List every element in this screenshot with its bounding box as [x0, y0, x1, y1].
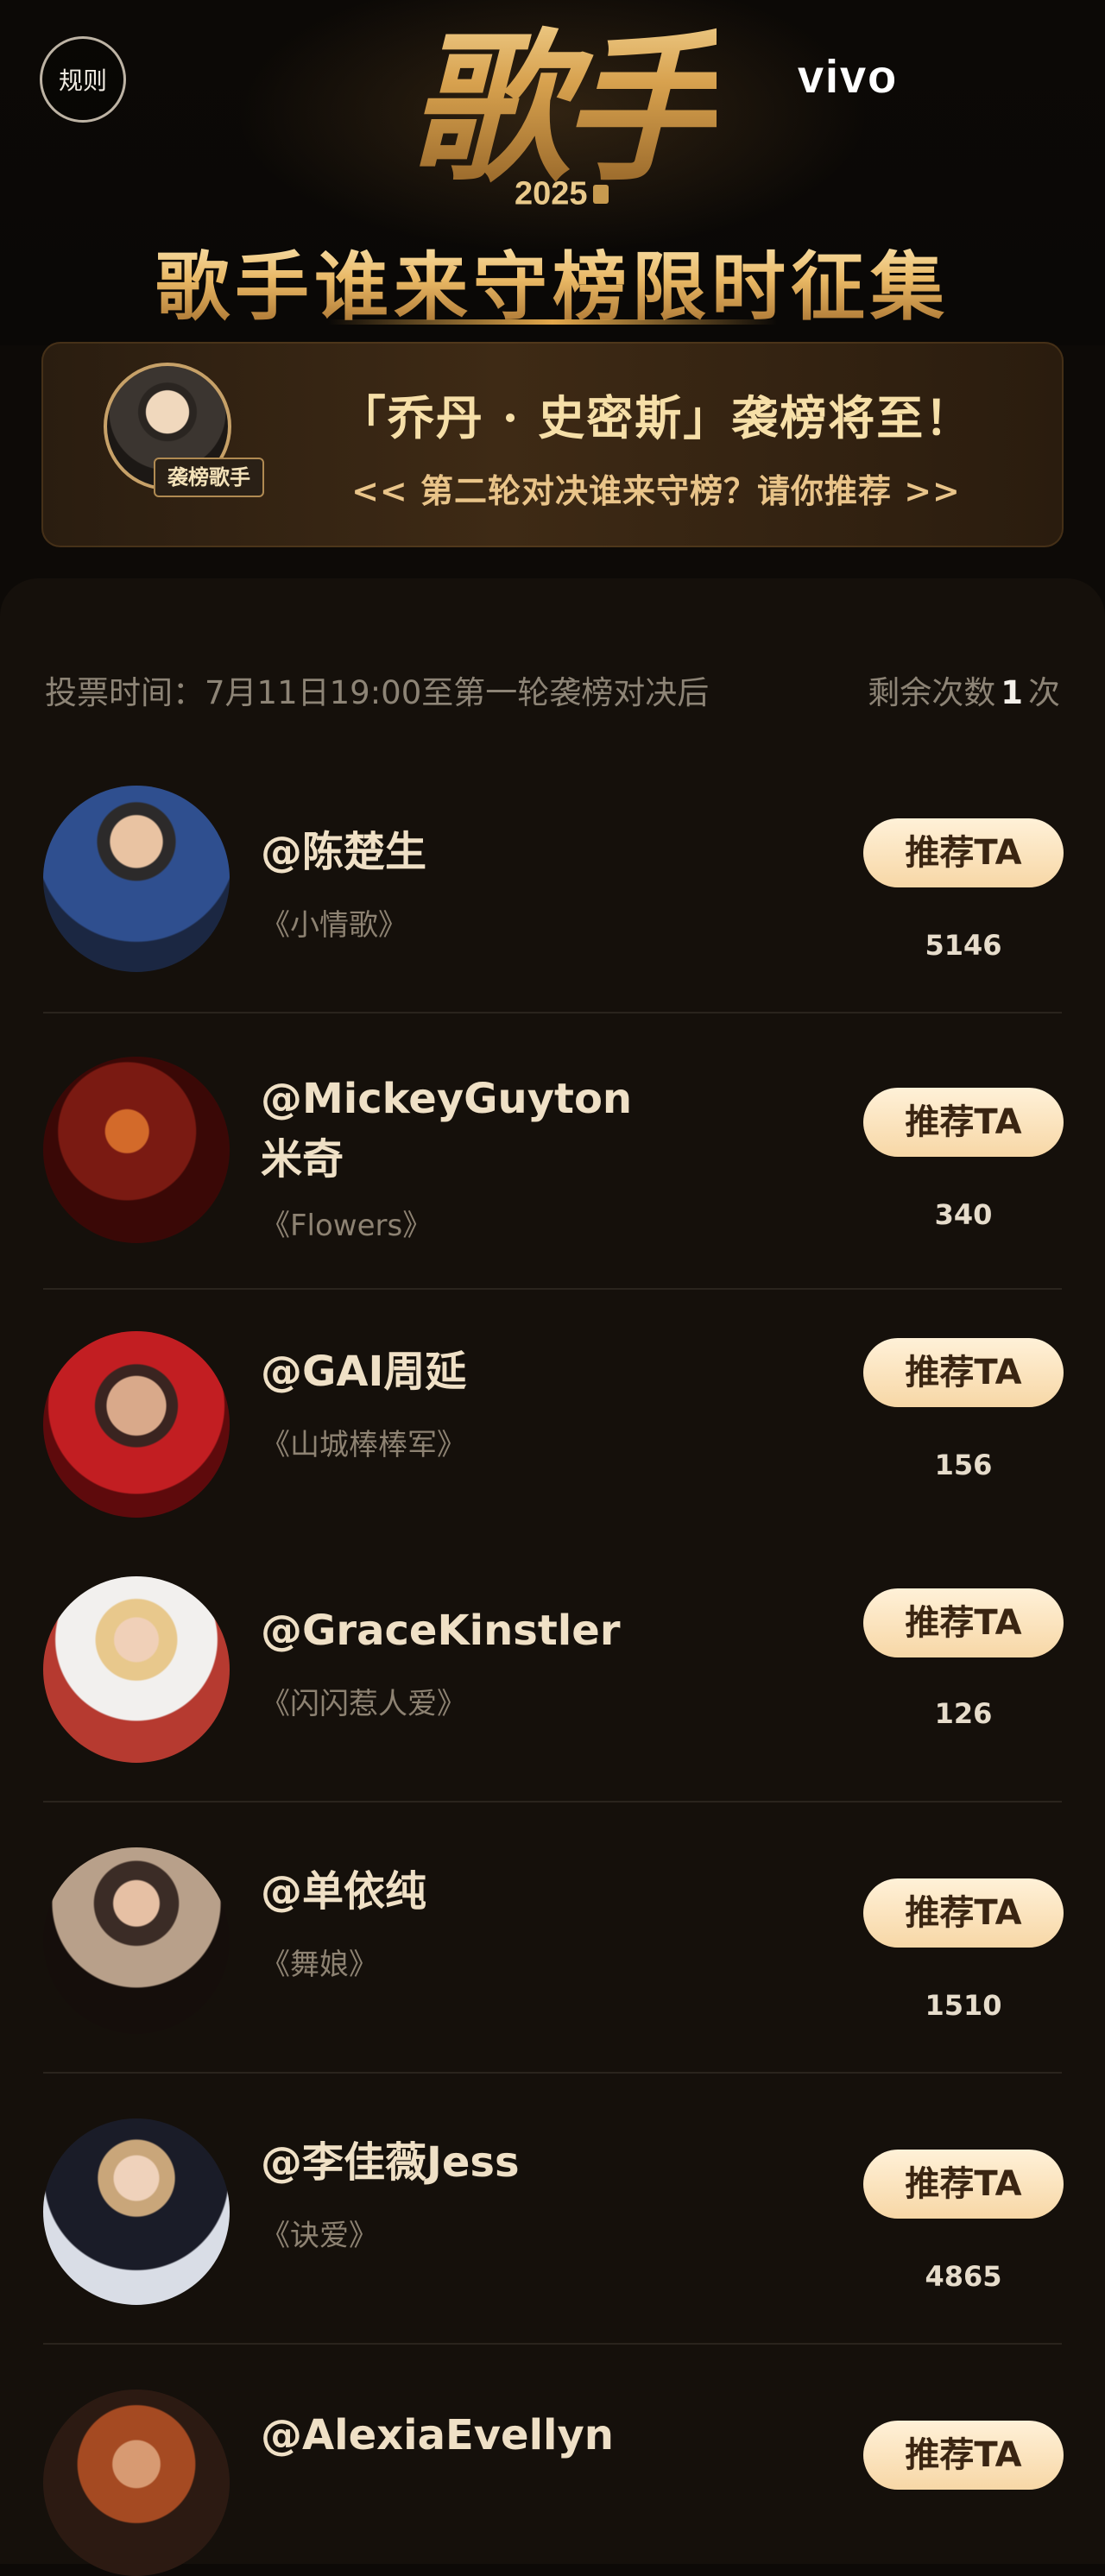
- recommend-button[interactable]: 推荐TA: [863, 1588, 1064, 1657]
- candidate-song: 《Flowers》: [261, 1209, 433, 1243]
- recommend-button[interactable]: 推荐TA: [863, 818, 1064, 887]
- vote-count: 4865: [925, 2260, 1002, 2293]
- vote-count: 5146: [925, 929, 1002, 962]
- page-headline: 歌手谁来守榜限时征集: [0, 226, 1105, 334]
- candidate-avatar: [43, 1331, 230, 1518]
- candidate-song: 《诀爱》: [261, 2219, 378, 2253]
- remaining-unit: 次: [1028, 674, 1060, 711]
- challenger-title: 「乔丹 · 史密斯」袭榜将至！: [338, 390, 974, 445]
- candidate-avatar: [43, 1576, 230, 1763]
- headline-glow: [328, 319, 777, 325]
- candidate-avatar: [43, 786, 230, 972]
- candidate-name: @GraceKinstler: [261, 1607, 621, 1655]
- challenger-tag: 袭榜歌手: [154, 458, 264, 497]
- candidate-name: @AlexiaEvellyn: [261, 2411, 614, 2459]
- vote-count: 340: [934, 1198, 993, 1231]
- candidate-avatar: [43, 2390, 230, 2576]
- candidate-name: @GAI周延: [261, 1348, 467, 1396]
- candidate-name: @MickeyGuyton米奇: [261, 1075, 633, 1184]
- vote-count: 156: [934, 1449, 993, 1481]
- show-logo: 歌手 2025: [406, 0, 723, 212]
- candidate-avatar: [43, 2118, 230, 2305]
- candidate-name: @陈楚生: [261, 828, 427, 876]
- remaining-count: 1: [1001, 674, 1023, 711]
- candidate-name: @单依纯: [261, 1867, 427, 1916]
- candidate-song: 《小情歌》: [261, 908, 407, 943]
- candidate-avatar: [43, 1057, 230, 1243]
- remaining-votes: 剩余次数 1 次: [868, 666, 1060, 713]
- candidate-avatar: [43, 1847, 230, 2034]
- vote-count: 126: [934, 1697, 993, 1730]
- challenger-subtitle: << 第二轮对决谁来守榜？请你推荐 >>: [351, 471, 961, 510]
- candidate-row: @MickeyGuyton米奇 《Flowers》 推荐TA 340: [43, 1013, 1064, 1290]
- show-logo-year: 2025: [515, 174, 609, 212]
- recommend-button[interactable]: 推荐TA: [863, 1878, 1064, 1948]
- rules-button[interactable]: 规则: [40, 36, 126, 123]
- recommend-button[interactable]: 推荐TA: [863, 1338, 1064, 1407]
- candidate-row: @GraceKinstler 《闪闪惹人爱》 推荐TA 126: [43, 1549, 1064, 1803]
- candidate-row: @李佳薇Jess 《诀爱》 推荐TA 4865: [43, 2074, 1064, 2345]
- brand-logo: vivo: [798, 51, 899, 103]
- candidate-row: @GAI周延 《山城棒棒军》 推荐TA 156: [43, 1290, 1064, 1549]
- candidate-song: 《闪闪惹人爱》: [261, 1687, 466, 1721]
- vote-count: 1510: [925, 1989, 1002, 2022]
- recommend-button[interactable]: 推荐TA: [863, 1088, 1064, 1157]
- recommend-button[interactable]: 推荐TA: [863, 2150, 1064, 2219]
- candidate-row: @单依纯 《舞娘》 推荐TA 1510: [43, 1803, 1064, 2074]
- logo-mark-icon: [592, 184, 609, 204]
- candidate-row: @AlexiaEvellyn 推荐TA: [43, 2345, 1064, 2576]
- candidate-name: @李佳薇Jess: [261, 2138, 520, 2187]
- remaining-label: 剩余次数: [868, 674, 996, 711]
- candidate-row: @陈楚生 《小情歌》 推荐TA 5146: [43, 775, 1064, 1013]
- candidate-song: 《山城棒棒军》: [261, 1428, 466, 1462]
- vote-time-text: 投票时间：7月11日19:00至第一轮袭榜对决后: [45, 674, 710, 711]
- logo-year-text: 2025: [515, 175, 588, 212]
- recommend-button[interactable]: 推荐TA: [863, 2421, 1064, 2490]
- candidate-song: 《舞娘》: [261, 1948, 378, 1982]
